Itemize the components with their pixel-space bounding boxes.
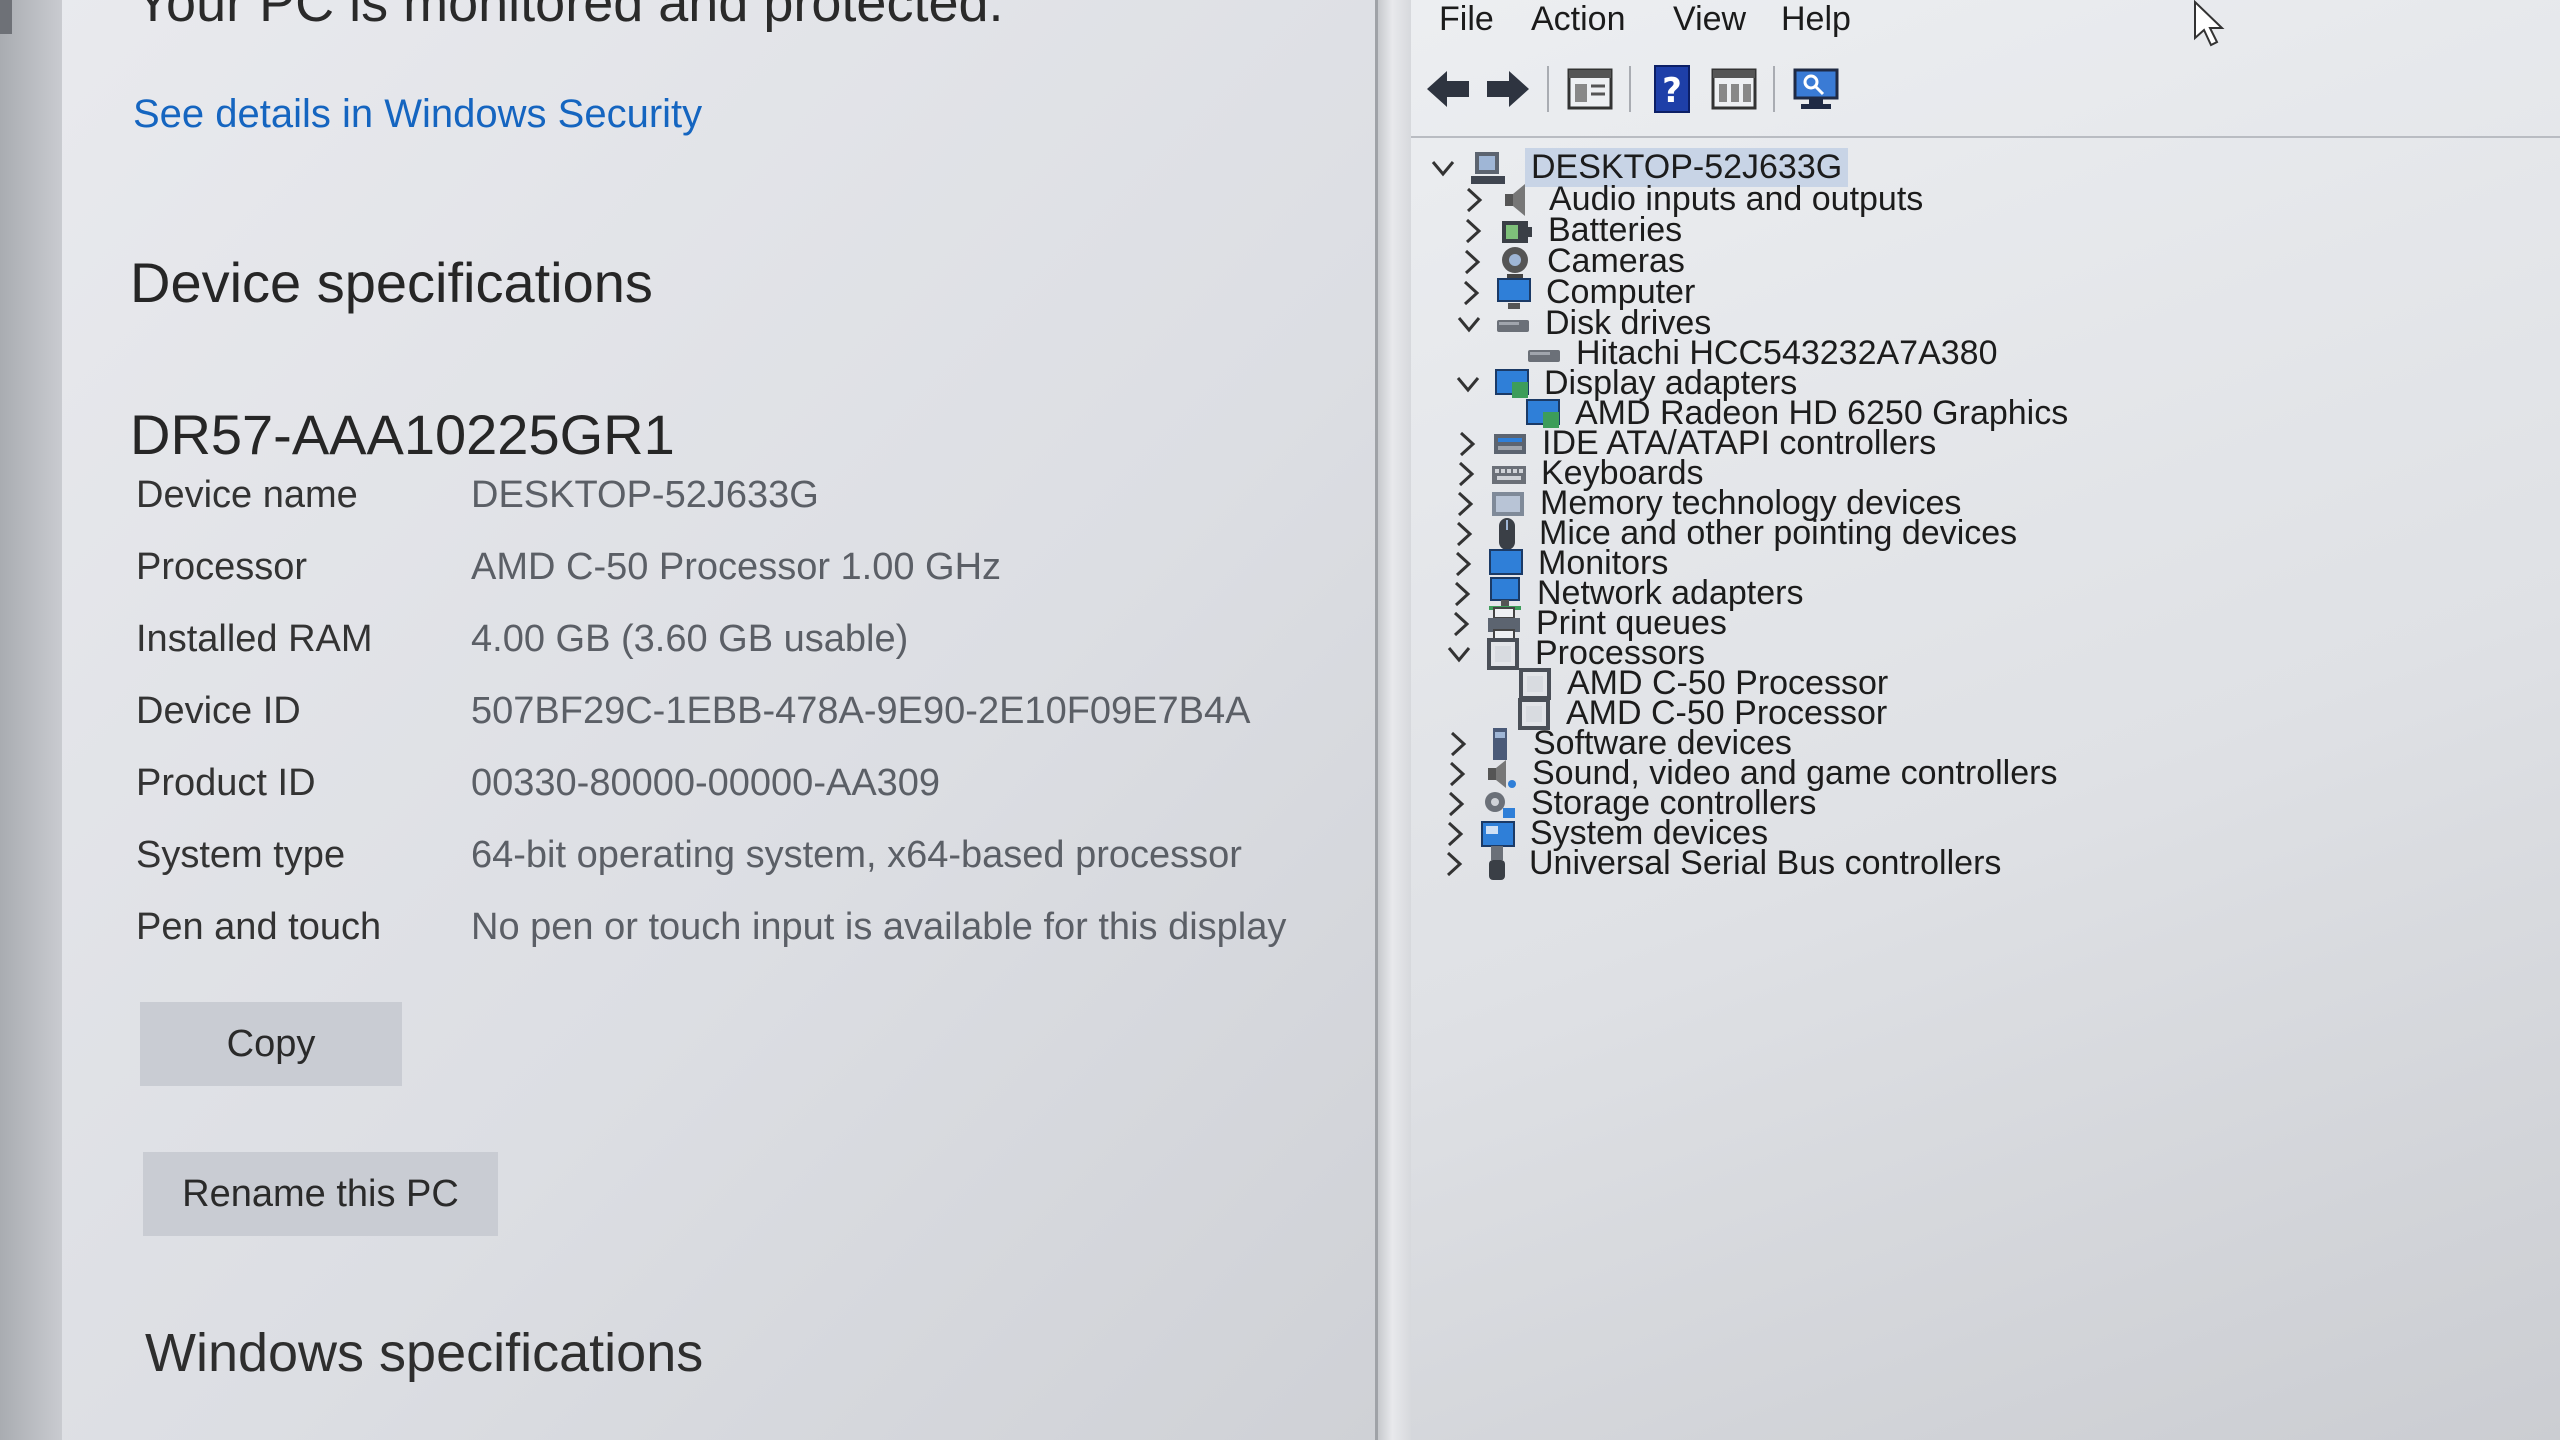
chevron-right-icon[interactable] (1439, 848, 1467, 880)
toolbar-separator (1629, 66, 1631, 112)
mouse-cursor-icon (2194, 0, 2225, 47)
chevron-down-icon[interactable] (1454, 368, 1482, 400)
spec-value: No pen or touch input is available for t… (471, 906, 1287, 948)
spec-label: Device name (136, 474, 358, 516)
windows-specs-heading: Windows specifications (145, 1323, 704, 1383)
chevron-down-icon[interactable] (1455, 308, 1483, 340)
spec-label: Device ID (136, 690, 301, 732)
spec-label: Installed RAM (136, 618, 373, 660)
spec-row-product-id: Product ID 00330-80000-00000-AA309 (136, 762, 940, 805)
spec-row-installed-ram: Installed RAM 4.00 GB (3.60 GB usable) (136, 618, 908, 661)
nav-edge-mark (0, 0, 12, 34)
device-tree: DESKTOP-52J633G Audio inputs and outputs… (1411, 140, 2560, 1440)
back-arrow-icon[interactable] (1421, 62, 1475, 116)
menu-help[interactable]: Help (1781, 0, 1851, 39)
device-specs-heading: Device specifications (130, 251, 653, 314)
spec-row-device-name: Device name DESKTOP-52J633G (136, 474, 819, 517)
window-divider (1375, 0, 1414, 1440)
help-icon[interactable]: ? (1645, 62, 1699, 116)
toolbar-separator (1547, 66, 1549, 112)
chevron-down-icon[interactable] (1429, 152, 1457, 184)
menu-bar: File Action View Help (1411, 0, 2560, 48)
console-view-icon[interactable] (1707, 62, 1761, 116)
svg-text:?: ? (1662, 71, 1682, 111)
settings-about-pane: Your PC is monitored and protected. See … (0, 0, 1375, 1440)
spec-value: 4.00 GB (3.60 GB usable) (471, 618, 909, 660)
spec-row-processor: Processor AMD C-50 Processor 1.00 GHz (136, 546, 1001, 589)
spec-value: AMD C-50 Processor 1.00 GHz (471, 546, 1002, 588)
chevron-down-icon[interactable] (1445, 638, 1473, 670)
menu-view[interactable]: View (1673, 0, 1746, 39)
copy-button[interactable]: Copy (140, 1002, 402, 1086)
device-manager-window: File Action View Help ? DESKTOP-52J633G … (1411, 0, 2560, 1440)
settings-nav-edge (0, 0, 62, 1440)
windows-security-link[interactable]: See details in Windows Security (133, 92, 702, 137)
menu-action[interactable]: Action (1531, 0, 1626, 39)
tree-category-item[interactable]: Universal Serial Bus controllers (1439, 840, 2199, 888)
device-model-name: DR57-AAA10225GR1 (130, 403, 675, 466)
spec-row-device-id: Device ID 507BF29C-1EBB-478A-9E90-2E10F09… (136, 690, 1250, 733)
spec-label: Processor (136, 546, 308, 588)
rename-pc-button[interactable]: Rename this PC (143, 1152, 498, 1236)
spec-row-system-type: System type 64-bit operating system, x64-… (136, 834, 1242, 877)
properties-pane-icon[interactable] (1563, 62, 1617, 116)
menu-file[interactable]: File (1439, 0, 1494, 39)
toolbar-separator (1773, 66, 1775, 112)
usb-icon (1489, 846, 1505, 880)
spec-value: 507BF29C-1EBB-478A-9E90-2E10F09E7B4A (471, 690, 1251, 732)
spec-label: Pen and touch (136, 906, 382, 948)
scan-hardware-icon[interactable] (1789, 62, 1843, 116)
spec-label: Product ID (136, 762, 316, 804)
spec-value: 64-bit operating system, x64-based proce… (471, 834, 1242, 876)
spec-label: System type (136, 834, 346, 876)
protection-status-title: Your PC is monitored and protected. (135, 0, 1004, 33)
spec-value: DESKTOP-52J633G (471, 474, 819, 516)
spec-row-pen-and-touch: Pen and touch No pen or touch input is av… (136, 906, 1286, 949)
tree-item-label: Universal Serial Bus controllers (1529, 844, 2002, 882)
spec-value: 00330-80000-00000-AA309 (471, 762, 941, 804)
forward-arrow-icon[interactable] (1481, 62, 1535, 116)
toolbar: ? (1411, 52, 2560, 138)
